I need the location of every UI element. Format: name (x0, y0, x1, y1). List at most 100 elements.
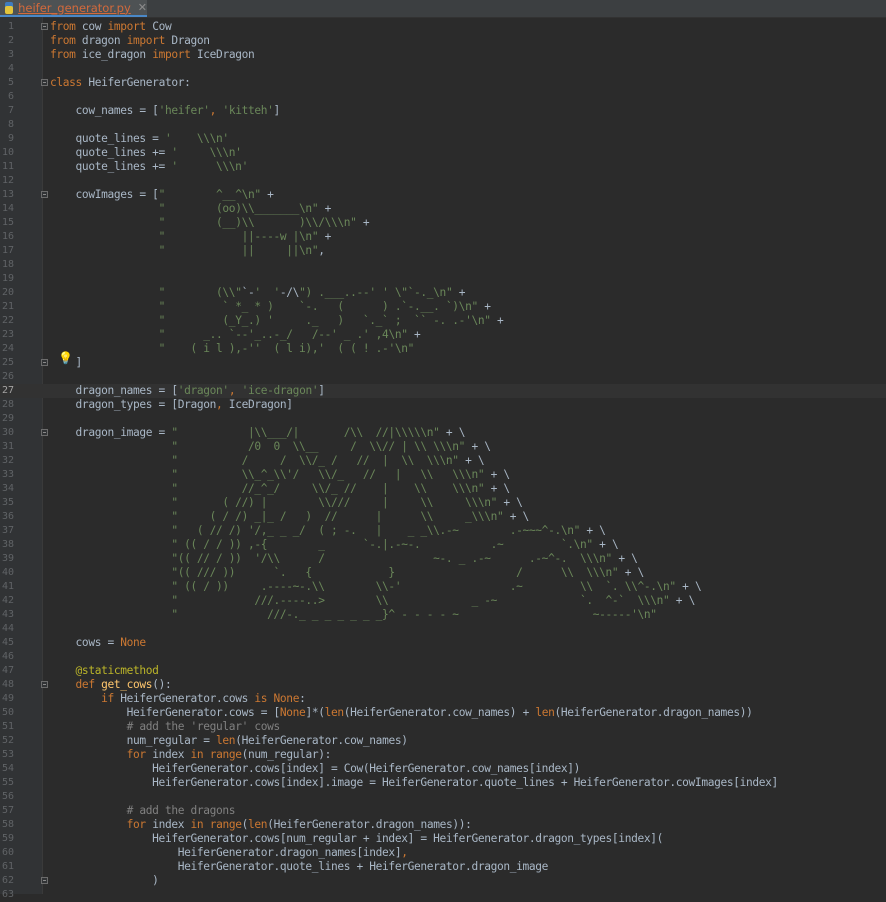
code-line[interactable]: 63 (0, 888, 886, 902)
line-number: 46 (1, 651, 14, 662)
code-line[interactable]: 23 " _.. `--'_..-_/ /--' _ .' ,4\n" + (0, 328, 886, 342)
lightbulb-icon[interactable]: 💡 (58, 351, 73, 365)
line-number: 25 (1, 357, 14, 368)
code-line[interactable]: 28 dragon_types = [Dragon, IceDragon] (0, 398, 886, 412)
code-line[interactable]: 9 quote_lines = ' \\\n' (0, 132, 886, 146)
fold-toggle-icon[interactable] (41, 877, 48, 884)
code-line[interactable]: 54 HeiferGenerator.cows[index] = Cow(Hei… (0, 762, 886, 776)
code-line[interactable]: 51 # add the 'regular' cows (0, 720, 886, 734)
line-number: 48 (1, 679, 14, 690)
code-line[interactable]: 33 " \\_^_\\'/ \\/_ // | \\ \\\n" + \ (0, 468, 886, 482)
code-line[interactable]: 32 " / / \\/_ / // | \\ \\\n" + \ (0, 454, 886, 468)
code-line[interactable]: 36 " ( / /) _|_ / ) // | \\ _\\\n" + \ (0, 510, 886, 524)
code-line[interactable]: 31 " /0 0 \\__ / \\// | \\ \\\n" + \ (0, 440, 886, 454)
fold-toggle-icon[interactable] (41, 359, 48, 366)
code-line[interactable]: 46 (0, 650, 886, 664)
line-number: 14 (1, 203, 14, 214)
code-text: " ` *_ * ) `-. ( ) .`-.__. `)\n" + (158, 300, 491, 313)
code-text: " (oo)\\_______\n" + (158, 202, 332, 215)
code-line[interactable]: 34 " //_^_/ \\/_ // | \\ \\\n" + \ (0, 482, 886, 496)
code-line[interactable]: 20 " (\\"`-' '-/\") .___..--' ' \"`-._\n… (0, 286, 886, 300)
line-number: 58 (1, 819, 14, 830)
line-number: 15 (1, 217, 14, 228)
code-editor[interactable]: 1 from cow import Cow 2 from dragon import … (0, 17, 886, 900)
fold-toggle-icon[interactable] (41, 23, 48, 30)
code-line[interactable]: 19 (0, 272, 886, 286)
line-number: 53 (1, 749, 14, 760)
code-line[interactable]: 45 cows = None (0, 636, 886, 650)
code-text: " / / \\/_ / // | \\ \\\n" + \ (171, 454, 485, 467)
editor-tab-bar: heifer_generator.py ✕ (0, 0, 886, 18)
code-line[interactable]: 14 " (oo)\\_______\n" + (0, 202, 886, 216)
code-line[interactable]: 5 class HeiferGenerator: (0, 76, 886, 90)
code-line[interactable]: 50 HeiferGenerator.cows = [None]*(len(He… (0, 706, 886, 720)
fold-toggle-icon[interactable] (41, 681, 48, 688)
code-line[interactable]: 10 quote_lines += ' \\\n' (0, 146, 886, 160)
code-line[interactable]: 38 " (( / / )) ,-{ _ `-.|.-~-. .~ `.\n" … (0, 538, 886, 552)
line-number: 62 (1, 875, 14, 886)
code-line[interactable]: 53 for index in range(num_regular): (0, 748, 886, 762)
code-line[interactable]: 35 " ( //) | \\/// | \\ \\\n" + \ (0, 496, 886, 510)
code-line[interactable]: 11 quote_lines += ' \\\n' (0, 160, 886, 174)
code-line[interactable]: 17 " || ||\n", (0, 244, 886, 258)
code-line[interactable]: 4 (0, 62, 886, 76)
code-text: # add the dragons (126, 804, 236, 817)
code-text: from ice_dragon import IceDragon (50, 48, 255, 61)
code-line[interactable]: 49 if HeiferGenerator.cows is None: (0, 692, 886, 706)
fold-toggle-icon[interactable] (41, 429, 48, 436)
code-line[interactable]: 15 " (__)\\ )\\/\\\n" + (0, 216, 886, 230)
code-line[interactable]: 52 num_regular = len(HeiferGenerator.cow… (0, 734, 886, 748)
code-line[interactable]: 8 (0, 118, 886, 132)
code-line[interactable]: 42 " ///.----..> \\ _ -~ `. ^-` \\\n" + … (0, 594, 886, 608)
line-number: 16 (1, 231, 14, 242)
code-line[interactable]: 40 "(( /// )) `. { } / \\ \\\n" + \ (0, 566, 886, 580)
line-number: 28 (1, 399, 14, 410)
code-line[interactable]: 41 " (( / )) .----~-.\\ \\-' .~ \\ `. \\… (0, 580, 886, 594)
code-line[interactable]: 7 cow_names = ['heifer', 'kitteh'] (0, 104, 886, 118)
code-line[interactable]: 39 "(( // / )) '/\\ / ~-. _ .-~ .-~^-. \… (0, 552, 886, 566)
code-line[interactable]: 30 dragon_image = " |\\___/| /\\ //|\\\\… (0, 426, 886, 440)
code-line[interactable]: 22 " (_Y_.) ' ._ ) `._` ; `` -. .-'\n" + (0, 314, 886, 328)
code-text: " \\_^_\\'/ \\/_ // | \\ \\\n" + \ (171, 468, 510, 481)
code-line[interactable]: 61 HeiferGenerator.quote_lines + HeiferG… (0, 860, 886, 874)
code-line[interactable]: 55 HeiferGenerator.cows[index].image = H… (0, 776, 886, 790)
code-line[interactable]: 27 dragon_names = ['dragon', 'ice-dragon… (0, 384, 886, 398)
code-line[interactable]: 29 (0, 412, 886, 426)
line-number: 61 (1, 861, 14, 872)
code-line[interactable]: 1 from cow import Cow (0, 20, 886, 34)
code-line[interactable]: 3 from ice_dragon import IceDragon (0, 48, 886, 62)
code-line[interactable]: 26 (0, 370, 886, 384)
line-number: 57 (1, 805, 14, 816)
code-line[interactable]: 6 (0, 90, 886, 104)
code-line[interactable]: 21 " ` *_ * ) `-. ( ) .`-.__. `)\n" + (0, 300, 886, 314)
code-text: HeiferGenerator.cows[index].image = Heif… (50, 776, 778, 789)
line-number: 30 (1, 427, 14, 438)
code-line[interactable]: 24 " ( i l ),-'' ( l i),' ( ( ! .-'\n" (0, 342, 886, 356)
code-line[interactable]: 59 HeiferGenerator.cows[num_regular + in… (0, 832, 886, 846)
code-line[interactable]: 60 HeiferGenerator.dragon_names[index], (0, 846, 886, 860)
code-line[interactable]: 44 (0, 622, 886, 636)
code-line[interactable]: 25 ] (0, 356, 886, 370)
fold-toggle-icon[interactable] (41, 79, 48, 86)
line-number: 31 (1, 441, 14, 452)
code-line[interactable]: 47 @staticmethod (0, 664, 886, 678)
close-icon[interactable]: ✕ (138, 1, 147, 14)
line-number: 40 (1, 567, 14, 578)
code-line[interactable]: 57 # add the dragons (0, 804, 886, 818)
code-line[interactable]: 18 (0, 258, 886, 272)
code-line[interactable]: 43 " ///-._ _ _ _ _ _ _}^ - - - - ~ ~---… (0, 608, 886, 622)
code-line[interactable]: 2 from dragon import Dragon (0, 34, 886, 48)
line-number: 34 (1, 483, 14, 494)
code-line[interactable]: 58 for index in range(len(HeiferGenerato… (0, 818, 886, 832)
code-line[interactable]: 13 cowImages = [" ^__^\n" + (0, 188, 886, 202)
line-number: 8 (7, 119, 14, 130)
code-line[interactable]: 56 (0, 790, 886, 804)
fold-toggle-icon[interactable] (41, 191, 48, 198)
code-line[interactable]: 37 " ( // /) '/,_ _ _/ ( ; -. | _ _\\.-~… (0, 524, 886, 538)
code-line[interactable]: 16 " ||----w |\n" + (0, 230, 886, 244)
tab-heifer-generator[interactable]: heifer_generator.py ✕ (0, 0, 147, 17)
code-line[interactable]: 62 ) (0, 874, 886, 888)
code-line[interactable]: 48 def get_cows(): (0, 678, 886, 692)
line-number: 56 (1, 791, 14, 802)
code-line[interactable]: 12 (0, 174, 886, 188)
